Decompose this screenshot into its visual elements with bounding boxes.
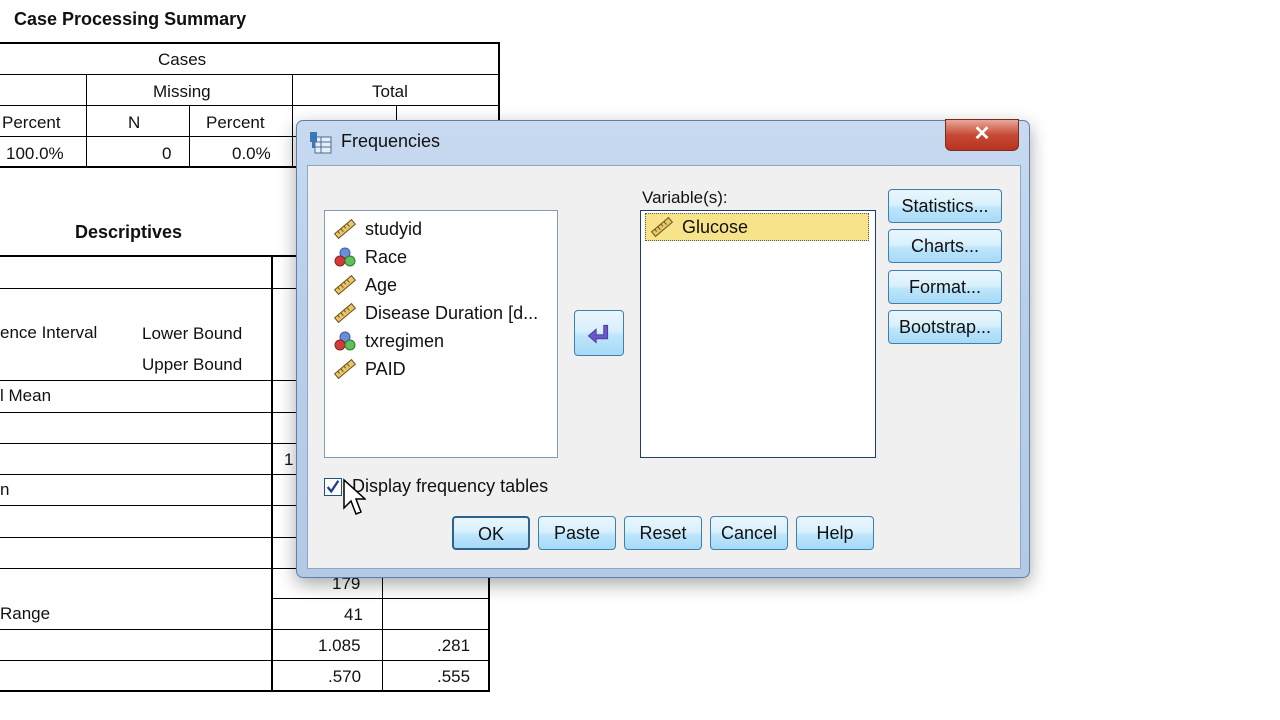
scale-variable-icon (333, 218, 357, 240)
cell-missing-n: 0 (162, 144, 172, 163)
scale-variable-icon (333, 302, 357, 324)
target-variable-item[interactable]: Glucose (645, 213, 869, 241)
source-variable-item[interactable]: Disease Duration [d... (333, 299, 538, 327)
reset-button[interactable]: Reset (624, 516, 702, 550)
cancel-button[interactable]: Cancel (710, 516, 788, 550)
desc-value-41: 41 (344, 605, 363, 624)
statistics-button[interactable]: Statistics... (888, 189, 1002, 223)
subheader-n-missing: N (128, 113, 141, 132)
frequencies-dialog: Frequencies ✕ studyid Race Age Disease Dura… (296, 119, 1030, 578)
scale-variable-icon (650, 216, 674, 238)
target-variables-label: Variable(s): (642, 188, 728, 207)
cell-missing-percent: 0.0% (232, 144, 271, 163)
header-missing: Missing (153, 82, 211, 101)
display-frequency-tables-checkbox[interactable] (324, 478, 342, 496)
header-total: Total (372, 82, 408, 101)
target-variable-list[interactable]: Glucose (640, 210, 876, 458)
source-variable-item[interactable]: studyid (333, 215, 422, 243)
desc-se-281: .281 (437, 636, 471, 655)
variable-name: txregimen (365, 330, 445, 351)
paste-button[interactable]: Paste (538, 516, 616, 550)
variable-name: Race (365, 246, 408, 267)
source-variable-item[interactable]: Age (333, 271, 397, 299)
format-button[interactable]: Format... (888, 270, 1002, 304)
close-button[interactable]: ✕ (945, 119, 1019, 151)
desc-row-label-4: Range (0, 604, 51, 623)
variable-name: Disease Duration [d... (365, 302, 539, 323)
desc-partial-value: 1 (284, 450, 294, 469)
source-variable-item[interactable]: txregimen (333, 327, 444, 355)
variable-name: Glucose (682, 216, 749, 237)
ok-button[interactable]: OK (452, 516, 530, 550)
case-summary-title: Case Processing Summary (14, 9, 247, 29)
subheader-percent-missing: Percent (206, 113, 265, 132)
display-frequency-tables-label: Display frequency tables (352, 476, 549, 496)
header-cases: Cases (158, 50, 207, 69)
desc-row-label-0: ence Interval (0, 323, 98, 342)
source-variable-list[interactable]: studyid Race Age Disease Duration [d... txre… (324, 210, 558, 458)
desc-row-label-2: l Mean (0, 386, 52, 405)
help-button[interactable]: Help (796, 516, 874, 550)
frequencies-app-icon (310, 132, 332, 154)
bootstrap-button[interactable]: Bootstrap... (888, 310, 1002, 344)
descriptives-title: Descriptives (75, 222, 183, 242)
desc-row-sub-1: Upper Bound (142, 355, 243, 374)
desc-row-sub-0: Lower Bound (142, 324, 243, 343)
arrow-left-icon (587, 324, 609, 344)
cell-valid-percent: 100.0% (6, 144, 64, 163)
charts-button[interactable]: Charts... (888, 229, 1002, 263)
desc-row-label-3: n (0, 480, 10, 499)
scale-variable-icon (333, 358, 357, 380)
variable-name: PAID (365, 358, 406, 379)
desc-value-570: .570 (328, 667, 362, 686)
dialog-title: Frequencies (341, 131, 441, 151)
scale-variable-icon (333, 274, 357, 296)
dialog-client-area: studyid Race Age Disease Duration [d... txre… (307, 165, 1021, 569)
checkmark-icon (326, 480, 340, 494)
mouse-cursor-icon (343, 478, 366, 515)
variable-name: studyid (365, 218, 423, 239)
desc-value-1085: 1.085 (318, 636, 361, 655)
source-variable-item[interactable]: Race (333, 243, 407, 271)
nominal-variable-icon (334, 331, 356, 351)
subheader-percent-valid: Percent (2, 113, 61, 132)
desc-se-555: .555 (437, 667, 471, 686)
nominal-variable-icon (334, 247, 356, 267)
source-variable-item[interactable]: PAID (333, 355, 406, 383)
variable-name: Age (365, 274, 398, 295)
move-variable-button[interactable] (574, 310, 624, 356)
